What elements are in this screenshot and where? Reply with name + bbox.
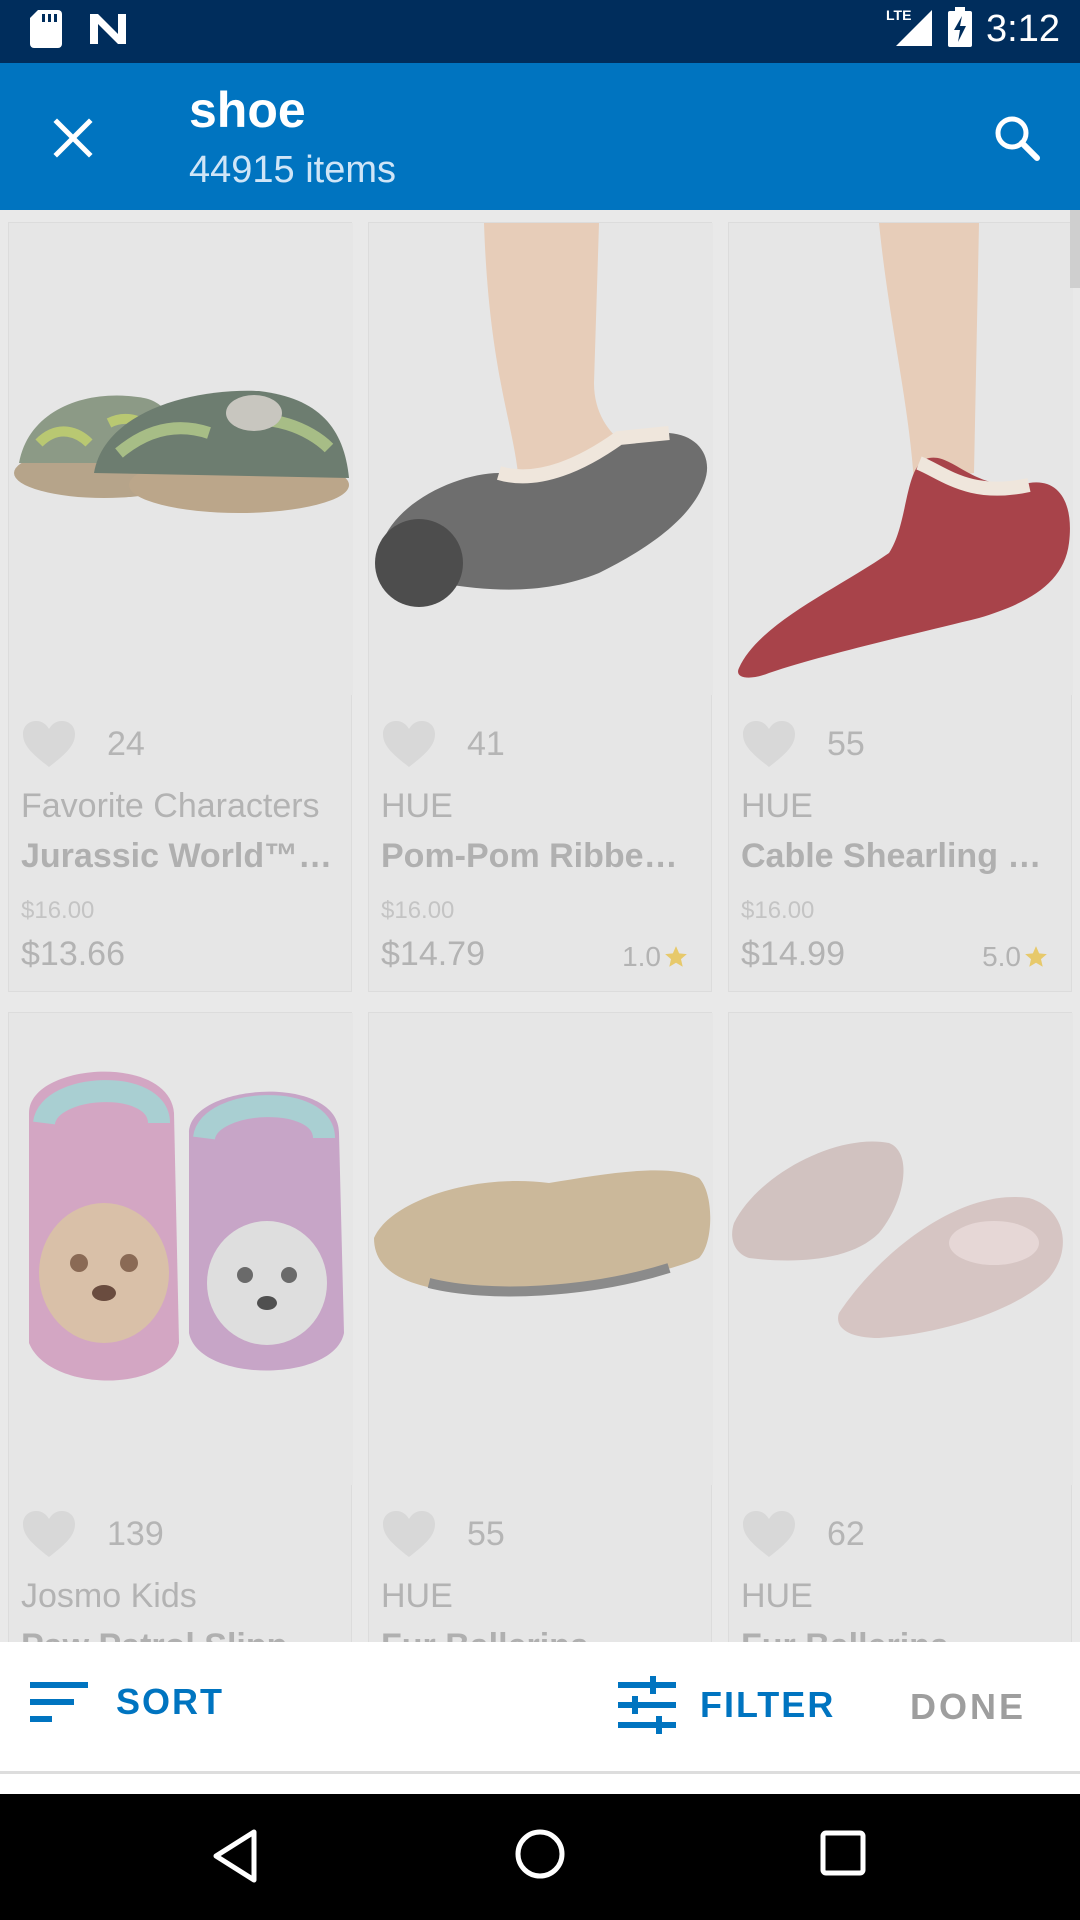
heart-icon — [23, 1511, 75, 1557]
filter-button[interactable]: FILTER — [616, 1676, 835, 1734]
heart-icon — [383, 721, 435, 767]
battery-charging-icon — [948, 7, 973, 51]
favorite-count: 24 — [107, 724, 145, 763]
recent-apps-icon[interactable] — [820, 1830, 866, 1876]
product-name: Paw Patrol Slipp… — [21, 1627, 341, 1642]
favorite-count: 62 — [827, 1514, 865, 1553]
product-brand: HUE — [381, 1577, 453, 1615]
heart-icon — [383, 1511, 435, 1557]
sort-label: SORT — [116, 1681, 225, 1722]
filter-icon — [618, 1676, 676, 1734]
heart-icon — [743, 721, 795, 767]
rating-value: 1.0 — [622, 941, 661, 972]
product-image[interactable] — [9, 1013, 353, 1485]
product-brand: HUE — [741, 1577, 813, 1615]
scrollbar[interactable] — [1070, 210, 1080, 288]
product-image[interactable] — [369, 1013, 713, 1485]
sort-icon — [30, 1682, 88, 1722]
favorite[interactable]: 24 — [21, 719, 145, 769]
favorite-count: 139 — [107, 1514, 164, 1553]
favorite-count: 55 — [827, 724, 865, 763]
sd-card-icon — [30, 10, 62, 52]
svg-text:LTE: LTE — [886, 7, 911, 23]
product-brand: HUE — [741, 787, 813, 825]
product-name: Jurassic World™ … — [21, 837, 341, 875]
product-grid[interactable]: 24 Favorite Characters Jurassic World™ …… — [0, 210, 1080, 1642]
back-icon[interactable] — [210, 1828, 260, 1884]
toolbar-spacer — [0, 1777, 1080, 1794]
system-nav-bar — [0, 1794, 1080, 1920]
heart-icon — [23, 721, 75, 767]
search-query-title: shoe — [189, 82, 306, 138]
app-bar: shoe 44915 items — [0, 63, 1080, 210]
search-icon — [995, 116, 1040, 161]
close-icon — [53, 118, 93, 158]
search-button[interactable] — [984, 105, 1050, 171]
sort-filter-toolbar: SORT FILTER DONE — [0, 1642, 1080, 1774]
product-image[interactable] — [729, 1013, 1073, 1485]
n-logo-icon — [88, 12, 128, 50]
filter-label: FILTER — [700, 1684, 836, 1725]
favorite[interactable]: 139 — [21, 1509, 164, 1559]
product-brand: Josmo Kids — [21, 1577, 197, 1615]
signal-icon: LTE — [886, 6, 934, 52]
favorite[interactable]: 55 — [381, 1509, 505, 1559]
favorite-count: 41 — [467, 724, 505, 763]
original-price: $16.00 — [21, 897, 95, 924]
favorite[interactable]: 41 — [381, 719, 505, 769]
product-card[interactable]: 41 HUE Pom-Pom Ribbe… $16.00 $14.79 1.0 — [368, 222, 713, 992]
star-icon — [665, 946, 687, 967]
original-price: $16.00 — [381, 897, 455, 924]
close-button[interactable] — [40, 105, 106, 171]
product-image[interactable] — [9, 223, 353, 695]
product-card[interactable]: 139 Josmo Kids Paw Patrol Slipp… — [8, 1012, 353, 1642]
rating-value: 5.0 — [982, 941, 1021, 972]
product-card[interactable]: 24 Favorite Characters Jurassic World™ …… — [8, 222, 353, 992]
heart-icon — [743, 1511, 795, 1557]
sale-price: $14.79 — [381, 935, 485, 973]
sale-price: $14.99 — [741, 935, 845, 973]
product-name: Fur Ballerina — [741, 1627, 1061, 1642]
status-right-icons: LTE 3:12 — [886, 6, 1060, 52]
status-bar: LTE 3:12 — [0, 0, 1080, 63]
star-icon — [1025, 946, 1047, 967]
product-card[interactable]: 55 HUE Fur Ballerina — [368, 1012, 713, 1642]
product-brand: HUE — [381, 787, 453, 825]
product-name: Pom-Pom Ribbe… — [381, 837, 678, 875]
sort-button[interactable]: SORT — [28, 1680, 224, 1724]
sale-price: $13.66 — [21, 935, 125, 973]
favorite-count: 55 — [467, 1514, 505, 1553]
status-left-icons — [30, 10, 128, 52]
home-icon[interactable] — [514, 1828, 566, 1880]
product-rating: 5.0 — [982, 941, 1049, 973]
result-count: 44915 items — [189, 149, 397, 191]
favorite[interactable]: 62 — [741, 1509, 865, 1559]
favorite[interactable]: 55 — [741, 719, 865, 769]
done-button[interactable]: DONE — [910, 1686, 1026, 1728]
product-name: Fur Ballerina — [381, 1627, 701, 1642]
product-brand: Favorite Characters — [21, 787, 320, 825]
product-card[interactable]: 62 HUE Fur Ballerina — [728, 1012, 1073, 1642]
product-name: Cable Shearling … — [741, 837, 1042, 875]
product-rating: 1.0 — [622, 941, 689, 973]
product-card[interactable]: 55 HUE Cable Shearling … $16.00 $14.99 5… — [728, 222, 1073, 992]
product-image[interactable] — [369, 223, 713, 695]
clock: 3:12 — [986, 7, 1060, 50]
original-price: $16.00 — [741, 897, 815, 924]
product-image[interactable] — [729, 223, 1073, 695]
